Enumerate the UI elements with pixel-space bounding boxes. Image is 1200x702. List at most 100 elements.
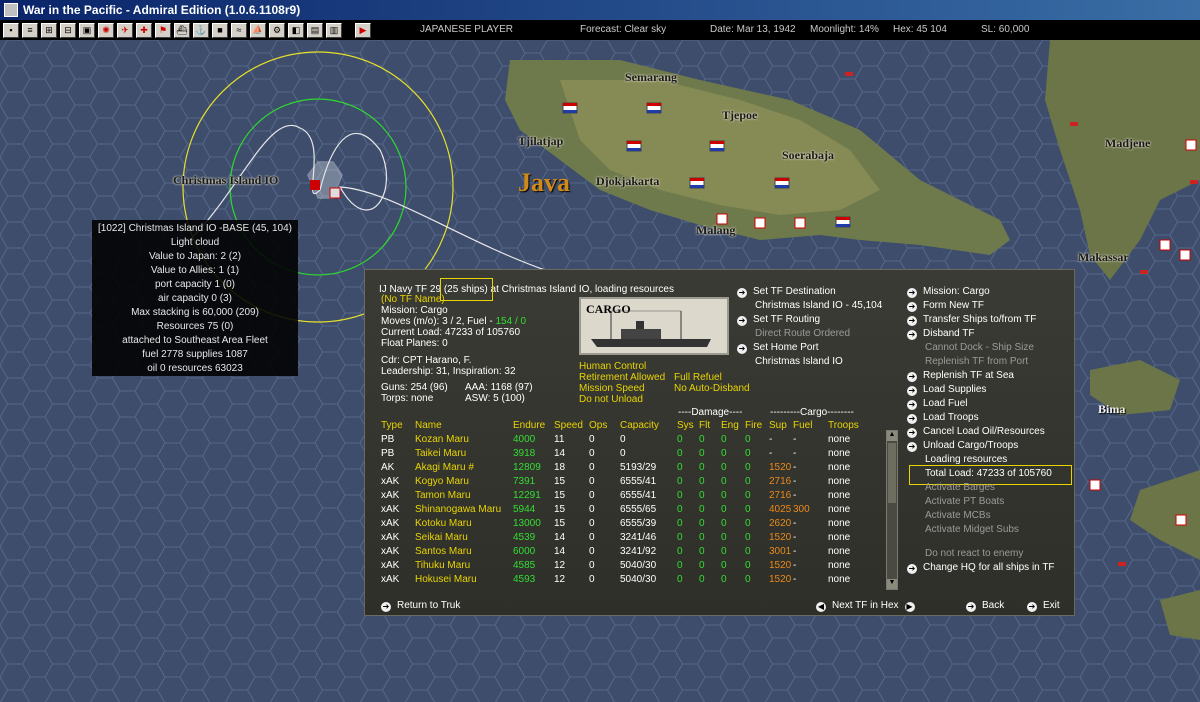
ship-name[interactable]: Seikai Maru (415, 530, 513, 544)
cancel-load-button[interactable]: ➔ Cancel Load Oil/Resources (907, 426, 1045, 438)
ship-name[interactable]: Kozan Maru (415, 432, 513, 446)
base-icon[interactable]: ■ (212, 22, 228, 38)
table-row[interactable]: xAK Seikai Maru 4539 14 0 3241/46 0 0 0 0 1520- non… (381, 530, 868, 544)
load-fuel-button[interactable]: ➔ Load Fuel (907, 398, 967, 410)
col-eng[interactable]: Eng (721, 418, 745, 432)
arrow-right-icon[interactable]: ▶ (904, 602, 915, 612)
col-ops[interactable]: Ops (589, 418, 620, 432)
tf-marker[interactable] (329, 187, 341, 199)
japan-unit-5[interactable] (1159, 239, 1171, 251)
next-tf-in-hex-button[interactable]: ◀ Next TF in Hex ▶ (816, 600, 921, 612)
col-endure[interactable]: Endure (513, 418, 554, 432)
ship-fire: 0 (745, 489, 751, 501)
ship-eng: 0 (721, 475, 727, 487)
table-row[interactable]: xAK Tamon Maru 12291 15 0 6555/41 0 0 0 0 2716- non… (381, 488, 868, 502)
scroll-up-icon[interactable]: ▲ (887, 431, 897, 441)
rising-sun-icon[interactable]: ✺ (98, 22, 114, 38)
do-not-unload-option[interactable]: Do not Unload (579, 394, 643, 406)
ship-name[interactable]: Santos Maru (415, 544, 513, 558)
toolbar-button-2[interactable]: ≡ (22, 22, 38, 38)
japan-unit-2[interactable] (754, 217, 766, 229)
toolbar-button-4[interactable]: ⊟ (60, 22, 76, 38)
ship-name[interactable]: Taikei Maru (415, 446, 513, 460)
table-row[interactable]: PB Taikei Maru 3918 14 0 0 0 0 0 0 - - none (381, 446, 868, 460)
scroll-thumb[interactable] (888, 443, 896, 503)
japan-unit-7[interactable] (1089, 479, 1101, 491)
toolbar-button-1[interactable]: ▪ (3, 22, 19, 38)
mission-cargo-button[interactable]: ➔ Mission: Cargo (907, 286, 990, 298)
base-air-capacity: air capacity 0 (3) (158, 293, 232, 304)
stacking-label: SL: 60,000 (981, 24, 1030, 35)
disband-tf-button[interactable]: ➔ Disband TF (907, 328, 975, 340)
ship-name[interactable]: Akagi Maru # (415, 460, 513, 474)
ship-marker-4[interactable] (845, 72, 853, 76)
table-row[interactable]: xAK Shinanogawa Maru 5944 15 0 6555/65 0 0 0 0 402… (381, 502, 868, 516)
set-home-port-button[interactable]: ➔ Set Home Port (737, 342, 819, 354)
table-row[interactable]: AK Akagi Maru #12809 18 0 5193/29 0 0 0 0 1520- no… (381, 460, 868, 474)
air-group-icon[interactable]: ✚ (136, 22, 152, 38)
set-routing-button[interactable]: ➔ Set TF Routing (737, 314, 820, 326)
set-destination-button[interactable]: ➔ Set TF Destination (737, 286, 836, 298)
col-capacity[interactable]: Capacity (620, 418, 677, 432)
table-row[interactable]: xAK Santos Maru 6000 14 0 3241/92 0 0 0 0 3001- non… (381, 544, 868, 558)
load-supplies-button[interactable]: ➔ Load Supplies (907, 384, 986, 396)
col-speed[interactable]: Speed (554, 418, 589, 432)
ship-name[interactable]: Kotoku Maru (415, 516, 513, 530)
plane-icon[interactable]: ✈ (117, 22, 133, 38)
table-row[interactable]: xAK Tihuku Maru 4585 12 0 5040/30 0 0 0 0 1520- non… (381, 558, 868, 572)
japan-unit-8[interactable] (1175, 514, 1187, 526)
form-new-tf-button[interactable]: ➔ Form New TF (907, 300, 984, 312)
ship-name[interactable]: Tihuku Maru (415, 558, 513, 572)
info-icon[interactable]: ▥ (326, 22, 342, 38)
ops-icon[interactable]: ◧ (288, 22, 304, 38)
table-row[interactable]: xAK Kogyo Maru 7391 15 0 6555/41 0 0 0 0 2716- none (381, 474, 868, 488)
change-hq-button[interactable]: ➔ Change HQ for all ships in TF (907, 562, 1055, 574)
col-flt[interactable]: Flt (699, 418, 721, 432)
table-row[interactable]: xAK Hokusei Maru 4593 12 0 5040/30 0 0 0 0 1520- no… (381, 572, 868, 586)
scroll-down-icon[interactable]: ▼ (887, 579, 897, 589)
anchor-icon[interactable]: ⚓ (193, 22, 209, 38)
unload-cargo-button[interactable]: ➔ Unload Cargo/Troops (907, 440, 1018, 452)
col-type[interactable]: Type (381, 418, 415, 432)
convoy-icon[interactable]: ≈ (231, 22, 247, 38)
japan-unit-6[interactable] (1179, 249, 1191, 261)
no-auto-disband-option[interactable]: No Auto-Disband (674, 383, 750, 395)
ship-marker-2[interactable] (1070, 122, 1078, 126)
task-force-icon[interactable]: ⛵ (250, 22, 266, 38)
ship-type: xAK (381, 573, 400, 585)
back-button[interactable]: ➔ Back (966, 600, 1004, 612)
load-troops-button[interactable]: ➔ Load Troops (907, 412, 979, 424)
ship-list-scrollbar[interactable]: ▲ ▼ (886, 430, 898, 590)
table-row[interactable]: PB Kozan Maru 4000 11 0 0 0 0 0 0 - - none (381, 432, 868, 446)
base-marker[interactable] (310, 180, 320, 190)
col-fuel[interactable]: Fuel (793, 418, 828, 432)
arrow-left-icon[interactable]: ◀ (816, 602, 826, 612)
col-troops[interactable]: Troops (828, 418, 868, 432)
col-name[interactable]: Name (415, 418, 513, 432)
toolbar-button-5[interactable]: ▣ (79, 22, 95, 38)
ship-marker-5[interactable] (1118, 562, 1126, 566)
ship-fuel: 300 (793, 503, 810, 515)
ship-marker-3[interactable] (1140, 270, 1148, 274)
ship-name[interactable]: Hokusei Maru (415, 572, 513, 586)
ship-marker-1[interactable] (1190, 180, 1198, 184)
col-fire[interactable]: Fire (745, 418, 769, 432)
ship-name[interactable]: Tamon Maru (415, 488, 513, 502)
return-to-truk-button[interactable]: ➔ Return to Truk (381, 600, 460, 612)
ship-name[interactable]: Kogyo Maru (415, 474, 513, 488)
ship-name[interactable]: Shinanogawa Maru (415, 502, 513, 516)
japan-unit-3[interactable] (794, 217, 806, 229)
col-sys[interactable]: Sys (677, 418, 699, 432)
replenish-sea-button[interactable]: ➔ Replenish TF at Sea (907, 370, 1014, 382)
settings-icon[interactable]: ⚙ (269, 22, 285, 38)
transfer-ships-button[interactable]: ➔ Transfer Ships to/from TF (907, 314, 1036, 326)
report-icon[interactable]: ▤ (307, 22, 323, 38)
end-turn-icon[interactable]: ▶ (355, 22, 371, 38)
col-sup[interactable]: Sup (769, 418, 793, 432)
table-row[interactable]: xAK Kotoku Maru 13000 15 0 6555/39 0 0 0 0 2620- no… (381, 516, 868, 530)
exit-button[interactable]: ➔ Exit (1027, 600, 1060, 612)
toolbar-button-3[interactable]: ⊞ (41, 22, 57, 38)
japan-unit-4[interactable] (1185, 139, 1197, 151)
ship-icon[interactable]: ⛴ (174, 22, 190, 38)
flag-icon[interactable]: ⚑ (155, 22, 171, 38)
